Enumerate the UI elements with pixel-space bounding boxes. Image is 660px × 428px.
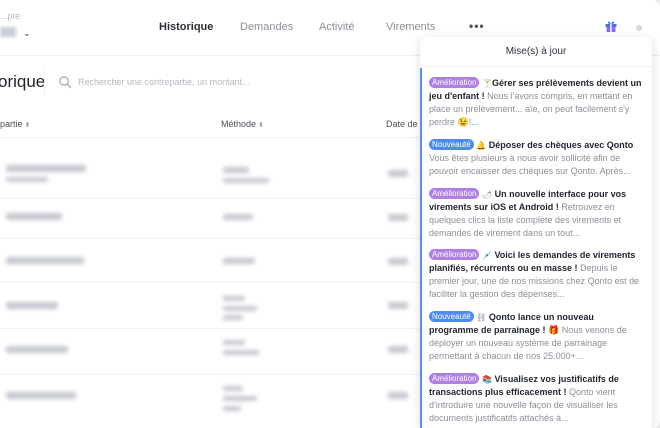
column-header-date[interactable]: Date de: [386, 119, 418, 129]
sort-icon[interactable]: ⬍: [25, 122, 31, 129]
chain-icon: ⛓: [476, 313, 487, 322]
pepper-icon: 🌶: [481, 190, 493, 199]
badge-nouveaute: Nouveauté: [429, 139, 474, 150]
update-item[interactable]: Nouveauté ⛓ Qonto lance un nouveau progr…: [429, 311, 645, 363]
search-icon: [59, 76, 72, 89]
syringe-icon: 💉: [481, 251, 492, 260]
sort-icon[interactable]: ⬍: [258, 122, 264, 129]
badge-amelioration: Amélioration: [429, 249, 480, 260]
more-icon[interactable]: •••: [469, 19, 485, 33]
badge-amelioration: Amélioration: [429, 188, 480, 199]
blurred-cell: [6, 257, 84, 264]
page-title: orique: [0, 72, 46, 91]
chevron-down-icon[interactable]: ⌄: [23, 28, 31, 39]
column-header-methode[interactable]: Méthode ⬍: [221, 119, 264, 129]
badge-amelioration: Amélioration: [429, 373, 480, 384]
column-header-contrepartie[interactable]: partie ⬍: [0, 119, 30, 129]
row-divider: [0, 374, 420, 375]
blurred-cell: [6, 165, 86, 172]
update-item[interactable]: Nouveauté 🔔 Déposer des chèques avec Qon…: [429, 139, 645, 178]
row-divider: [0, 198, 420, 199]
account-name-redacted[interactable]: [0, 27, 16, 37]
table-header-divider: [0, 137, 420, 138]
blurred-cell: [6, 346, 68, 353]
status-dot-icon[interactable]: [636, 25, 642, 31]
blurred-cell: [388, 302, 408, 309]
updates-panel: Mise(s) à jour Amélioration 🍸Gérer ses p…: [420, 37, 652, 428]
blurred-cell: [223, 315, 243, 320]
bell-icon: 🔔: [476, 141, 487, 150]
title-divider: [44, 70, 45, 96]
blurred-cell: [223, 396, 257, 401]
blurred-cell: [388, 346, 408, 353]
tab-historique[interactable]: Historique: [159, 21, 213, 33]
panel-accent-bar: [420, 68, 422, 428]
blurred-cell: [388, 392, 408, 399]
blurred-cell: [388, 214, 408, 221]
blurred-cell: [223, 258, 255, 264]
blurred-cell: [223, 350, 259, 355]
blurred-cell: [223, 178, 269, 183]
blurred-cell: [223, 306, 257, 311]
update-item[interactable]: Amélioration 📚 Visualisez vos justificat…: [429, 373, 645, 425]
blurred-cell: [223, 296, 245, 301]
tab-virements[interactable]: Virements: [386, 21, 435, 33]
blurred-cell: [6, 177, 48, 182]
row-divider: [0, 282, 420, 283]
update-text: Vous êtes plusieurs à nous avoir sollici…: [429, 153, 631, 176]
row-divider: [0, 328, 420, 329]
panel-title: Mise(s) à jour: [420, 37, 652, 67]
blurred-cell: [223, 214, 253, 220]
blurred-cell: [6, 302, 58, 309]
column-header-label: partie: [0, 119, 23, 129]
blurred-cell: [223, 406, 241, 411]
blurred-cell: [223, 167, 249, 173]
books-icon: 📚: [481, 375, 492, 384]
update-title: Déposer des chèques avec Qonto: [488, 140, 634, 150]
blurred-cell: [223, 386, 243, 391]
update-item[interactable]: Amélioration 💉 Voici les demandes de vir…: [429, 249, 645, 301]
cocktail-icon: 🍸: [481, 79, 492, 88]
badge-nouveaute: Nouveauté: [429, 311, 474, 322]
app-window: ...pte ⌄ Historique Demandes Activité Vi…: [0, 0, 660, 428]
blurred-cell: [388, 258, 408, 265]
tab-demandes[interactable]: Demandes: [240, 21, 293, 33]
update-item[interactable]: Amélioration 🍸Gérer ses prélèvements dev…: [429, 77, 645, 129]
column-header-label: Date de: [386, 119, 418, 129]
blurred-cell: [6, 392, 76, 399]
update-item[interactable]: Amélioration 🌶 Un nouvelle interface pou…: [429, 188, 645, 240]
badge-amelioration: Amélioration: [429, 77, 480, 88]
gift-icon[interactable]: [604, 19, 618, 33]
blurred-cell: [6, 213, 62, 220]
blurred-cell: [223, 340, 245, 345]
tab-activite[interactable]: Activité: [319, 21, 354, 33]
column-header-label: Méthode: [221, 119, 257, 129]
row-divider: [0, 238, 420, 239]
search-input[interactable]: [78, 74, 338, 90]
account-label: ...pte: [0, 11, 21, 21]
blurred-cell: [388, 170, 408, 177]
